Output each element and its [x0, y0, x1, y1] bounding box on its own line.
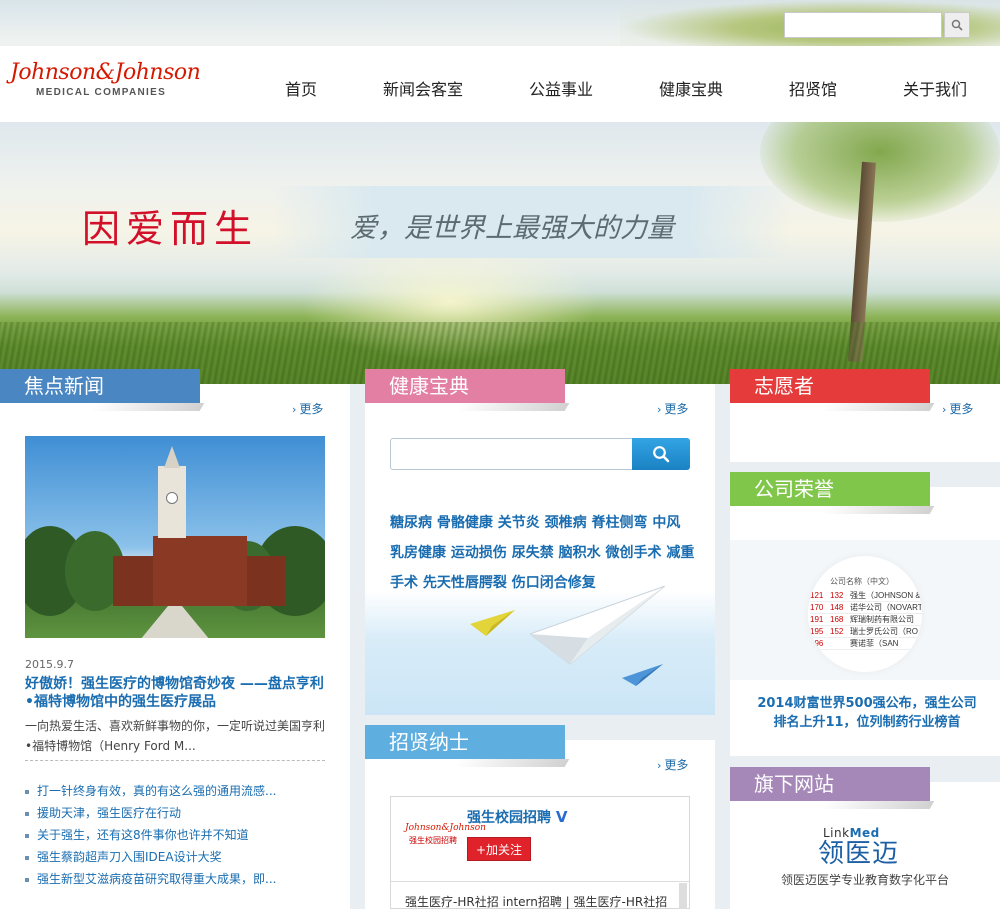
- chevron-right-icon: ›: [657, 403, 662, 416]
- ranking-row: 191 168 辉瑞制药有限公司: [810, 614, 922, 626]
- more-label: 更多: [299, 402, 324, 416]
- health-search-button[interactable]: [632, 438, 690, 470]
- health-tab-title: 健康宝典: [365, 369, 565, 403]
- logo-script: Johnson&Johnson: [10, 60, 201, 85]
- jobs-more-link[interactable]: › 更多: [657, 756, 688, 773]
- photo-clock: [166, 492, 178, 504]
- ranking-row: 195 152 瑞士罗氏公司（RO: [810, 626, 922, 638]
- slogan-primary: 因爱而生: [82, 207, 259, 251]
- chevron-right-icon: ›: [942, 403, 947, 416]
- paper-plane-icon: [622, 664, 663, 686]
- photo-path: [140, 606, 210, 638]
- news-list-item[interactable]: 关于强生，还有这8件事你也许并不知道: [25, 824, 335, 846]
- more-label: 更多: [664, 402, 689, 416]
- verified-icon: V: [555, 808, 568, 826]
- jobs-tab-title: 招贤纳士: [365, 725, 565, 759]
- news-list: 打一针终身有效，真的有这么强的通用流感... 援助天津，强生医疗在行动 关于强生…: [25, 780, 335, 890]
- health-search-input[interactable]: [390, 438, 634, 470]
- weibo-divider: [391, 881, 689, 882]
- linkmed-caption[interactable]: 领医迈医学专业教育数字化平台: [730, 871, 1000, 888]
- health-more-link[interactable]: › 更多: [657, 400, 688, 417]
- nav-about[interactable]: 关于我们: [903, 76, 967, 100]
- health-search: [390, 438, 690, 470]
- news-tab-title: 焦点新闻: [0, 369, 200, 403]
- ranking-table: 121 132 强生（JOHNSON & 170 148 诺华公司（NOVART 191…: [810, 590, 922, 650]
- news-photo[interactable]: [25, 436, 325, 638]
- search-icon: [951, 19, 963, 31]
- news-list-item[interactable]: 强生蔡韵超声刀入围IDEA设计大奖: [25, 846, 335, 868]
- news-list-item[interactable]: 援助天津，强生医疗在行动: [25, 802, 335, 824]
- site-search-button[interactable]: [944, 12, 970, 38]
- logo-subtitle: MEDICAL COMPANIES: [36, 87, 167, 98]
- follow-button[interactable]: +加关注: [467, 837, 531, 861]
- photo-building: [153, 536, 247, 606]
- site-search: [784, 12, 976, 38]
- nav-health[interactable]: 健康宝典: [659, 76, 723, 100]
- weibo-name-text: 强生校园招聘: [467, 810, 551, 826]
- ranking-row: 121 132 强生（JOHNSON &: [810, 590, 922, 602]
- health-topic-tags[interactable]: 糖尿病 骨骼健康 关节炎 颈椎病 脊柱侧弯 中风 乳房健康 运动损伤 尿失禁 脑…: [390, 508, 695, 598]
- photo-spire: [164, 446, 180, 468]
- ranking-card: 公司名称（中文） 121 132 强生（JOHNSON & 170 148 诺华公司（N…: [808, 556, 922, 672]
- linkmed-logo-en: LinkMed: [823, 826, 899, 840]
- honor-caption[interactable]: 2014财富世界500强公布，强生公司排名上升11，位列制药行业榜首: [752, 694, 982, 732]
- paper-plane-icon: [470, 610, 515, 636]
- linkmed-logo-cn: 领医迈: [818, 839, 900, 869]
- hero-banner[interactable]: 因爱而生 爱，是世界上最强大的力量: [0, 122, 1000, 384]
- ranking-row: 170 148 诺华公司（NOVART: [810, 602, 922, 614]
- logo-en-a: Link: [823, 826, 850, 840]
- site-header: Johnson&Johnson MEDICAL COMPANIES 首页 新闻会…: [0, 46, 1000, 122]
- chevron-right-icon: ›: [292, 403, 297, 416]
- sites-tab-title: 旗下网站: [730, 767, 930, 801]
- volunteer-more-link[interactable]: › 更多: [942, 400, 973, 417]
- nav-careers[interactable]: 招贤馆: [789, 76, 837, 100]
- weibo-scrollbar[interactable]: [679, 883, 687, 909]
- brand-logo[interactable]: Johnson&Johnson MEDICAL COMPANIES: [10, 60, 201, 98]
- more-label: 更多: [949, 402, 974, 416]
- honor-tab-title: 公司荣誉: [730, 472, 930, 506]
- news-more-link[interactable]: › 更多: [292, 400, 323, 417]
- news-summary: 一向热爱生活、喜欢新鲜事物的你，一定听说过美国亨利•福特博物馆（Henry Fo…: [25, 719, 326, 753]
- logo-en-b: Med: [849, 826, 880, 840]
- news-list-item[interactable]: 强生新型艾滋病疫苗研究取得重大成果，即...: [25, 868, 335, 890]
- more-label: 更多: [664, 758, 689, 772]
- ranking-row: 196 赛诺菲（SAN: [810, 638, 922, 650]
- weibo-post-text[interactable]: 强生医疗-HR社招 intern招聘 | 强生医疗-HR社招: [405, 893, 667, 909]
- news-divider: [25, 760, 325, 761]
- search-icon: [653, 446, 670, 463]
- chevron-right-icon: ›: [657, 759, 662, 772]
- ranking-header: 公司名称（中文）: [830, 577, 894, 586]
- site-search-input[interactable]: [784, 12, 942, 38]
- volunteer-tab-title: 志愿者: [730, 369, 930, 403]
- paper-plane-icon: [530, 586, 666, 665]
- nav-newsroom[interactable]: 新闻会客室: [383, 76, 463, 100]
- news-headline[interactable]: 好傲娇！强生医疗的博物馆奇妙夜 ——盘点亨利•福特博物馆中的强生医疗展品: [25, 675, 330, 711]
- weibo-account-name[interactable]: 强生校园招聘 V: [467, 807, 567, 827]
- nav-charity[interactable]: 公益事业: [529, 76, 593, 100]
- linkmed-logo[interactable]: LinkMed 领医迈: [818, 826, 899, 868]
- nav-home[interactable]: 首页: [285, 76, 317, 100]
- slogan-secondary: 爱，是世界上最强大的力量: [350, 213, 674, 244]
- weibo-widget: Johnson&Johnson 强生校园招聘 强生校园招聘 V +加关注 强生医…: [390, 796, 690, 909]
- news-date: 2015.9.7: [25, 658, 74, 671]
- news-list-item[interactable]: 打一针终身有效，真的有这么强的通用流感...: [25, 780, 335, 802]
